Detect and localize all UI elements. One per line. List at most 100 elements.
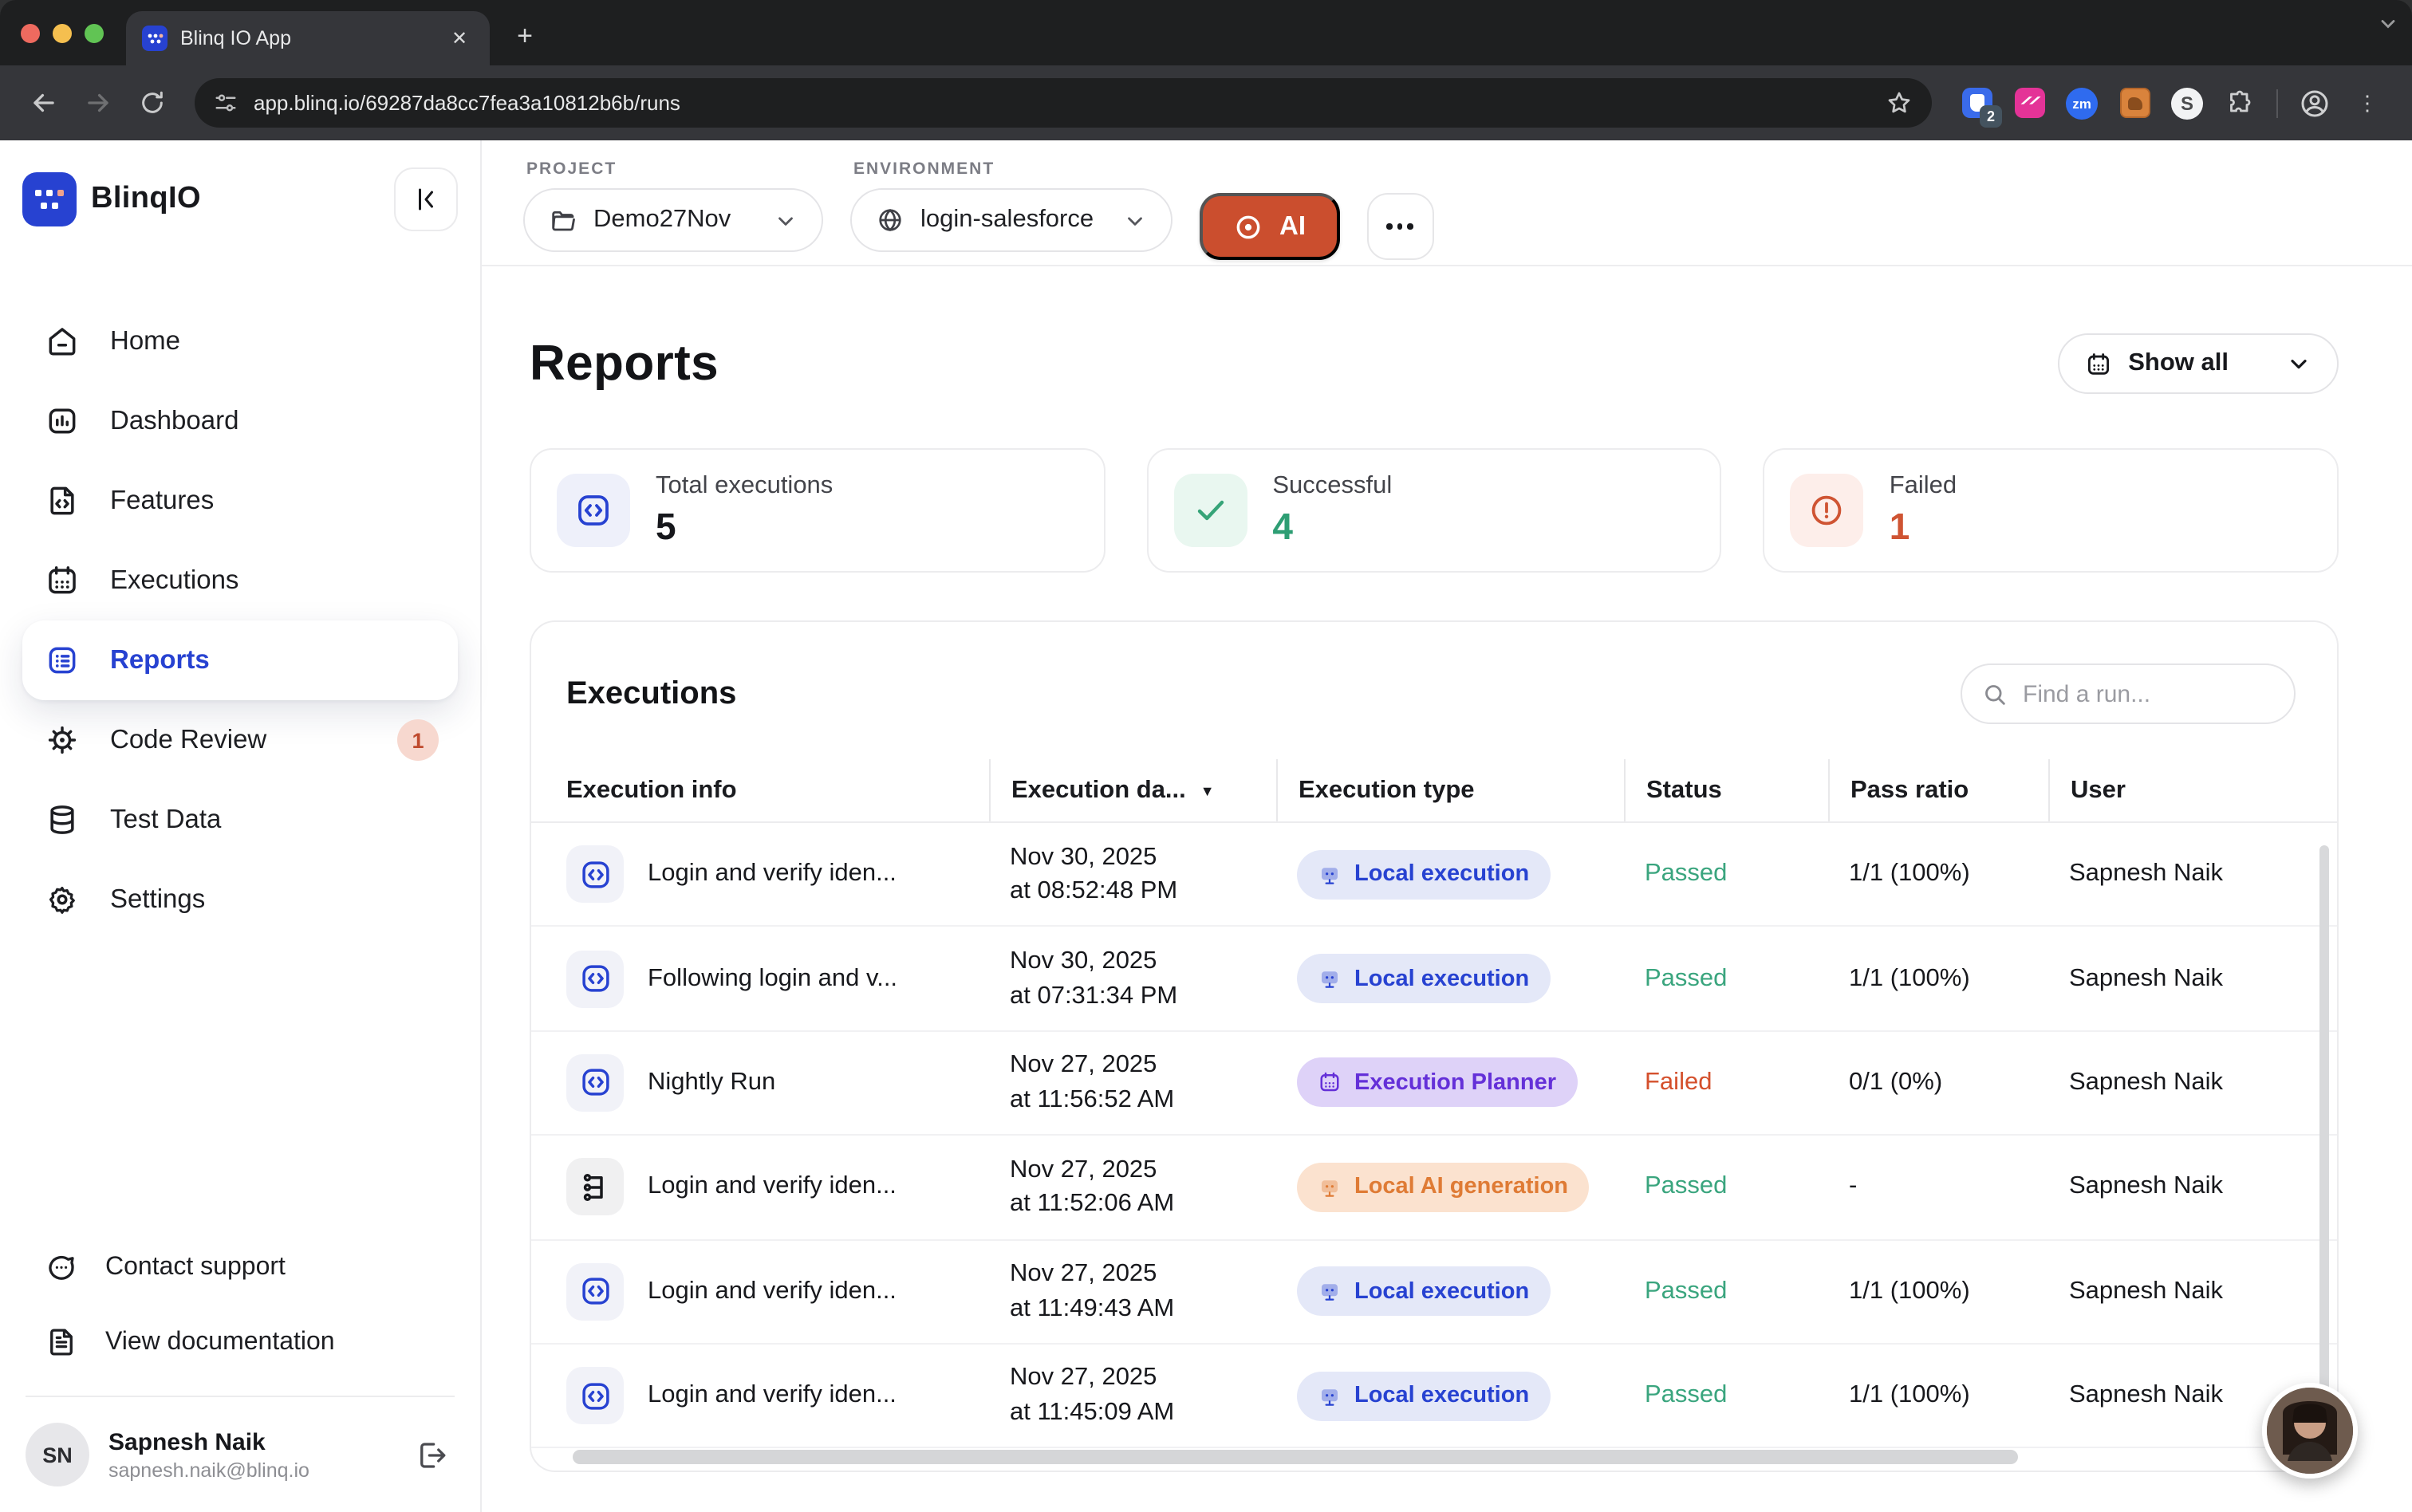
table-row[interactable]: Login and verify iden... Nov 27, 2025at … xyxy=(531,1240,2337,1345)
stat-card-total: Total executions 5 xyxy=(530,448,1105,573)
search-run-box[interactable] xyxy=(1961,663,2296,724)
profile-icon[interactable] xyxy=(2299,87,2331,119)
table-row[interactable]: Login and verify iden... Nov 30, 2025at … xyxy=(531,823,2337,927)
environment-field: ENVIRONMENT login-salesforce xyxy=(850,159,1172,252)
sidebar-item-dashboard[interactable]: Dashboard xyxy=(22,381,458,461)
status-text: Passed xyxy=(1624,860,1828,888)
execution-name[interactable]: Following login and v... xyxy=(648,964,897,993)
ai-button-label: AI xyxy=(1279,211,1306,242)
status-text: Passed xyxy=(1624,1173,1828,1202)
execution-type-badge: Execution Planner xyxy=(1297,1058,1577,1108)
more-options-button[interactable] xyxy=(1366,193,1433,260)
stat-label: Failed xyxy=(1890,472,1957,501)
table-row[interactable]: Login and verify iden... Nov 27, 2025at … xyxy=(531,1136,2337,1240)
sidebar-collapse-button[interactable] xyxy=(394,167,458,231)
record-icon xyxy=(1233,211,1263,242)
back-button[interactable] xyxy=(19,79,67,127)
execution-date: Nov 27, 2025at 11:49:43 AM xyxy=(989,1257,1276,1326)
zoom-extension-icon[interactable]: zm xyxy=(2066,87,2098,119)
s-extension-icon[interactable]: S xyxy=(2171,87,2203,119)
project-select[interactable]: Demo27Nov xyxy=(523,188,823,252)
user-account-row[interactable]: SN Sapnesh Naik sapnesh.naik@blinq.io xyxy=(22,1416,458,1486)
execution-name[interactable]: Login and verify iden... xyxy=(648,1278,897,1306)
sidebar-item-settings[interactable]: Settings xyxy=(22,860,458,939)
site-settings-icon[interactable] xyxy=(214,91,238,115)
robot-icon xyxy=(1318,862,1342,886)
address-bar[interactable]: app.blinq.io/69287da8cc7fea3a10812b6b/ru… xyxy=(195,78,1932,128)
tab-search-chevron-icon[interactable] xyxy=(2377,13,2399,35)
execution-type-badge: Local execution xyxy=(1297,849,1550,899)
pass-ratio: 1/1 (100%) xyxy=(1828,1381,2048,1410)
maximize-window-button[interactable] xyxy=(85,23,104,42)
run-user: Sapnesh Naik xyxy=(2048,1173,2337,1202)
sidebar-item-executions[interactable]: Executions xyxy=(22,541,458,620)
url-text[interactable]: app.blinq.io/69287da8cc7fea3a10812b6b/ru… xyxy=(254,91,1870,115)
status-text: Passed xyxy=(1624,1381,1828,1410)
stats-cards: Total executions 5 Successful 4 xyxy=(530,448,2339,573)
col-pass-ratio: Pass ratio xyxy=(1828,759,2048,821)
project-value: Demo27Nov xyxy=(593,206,731,234)
sidebar-item-label: Test Data xyxy=(110,805,221,835)
table-row[interactable]: Login and verify iden... Nov 27, 2025at … xyxy=(531,1345,2337,1449)
blinqio-logo-icon xyxy=(22,172,77,226)
main-content: PROJECT Demo27Nov ENVIRONMENT login-sale… xyxy=(482,140,2412,1512)
status-text: Passed xyxy=(1624,1278,1828,1306)
chevron-down-icon xyxy=(774,208,798,232)
database-icon xyxy=(45,802,80,837)
extensions-puzzle-icon[interactable] xyxy=(2224,87,2256,119)
sort-desc-icon[interactable]: ▼ xyxy=(1200,782,1215,798)
ai-record-button[interactable]: AI xyxy=(1200,193,1339,260)
reload-button[interactable] xyxy=(128,79,175,127)
robot-icon xyxy=(1318,1280,1342,1304)
support-agent-avatar[interactable] xyxy=(2262,1383,2358,1479)
table-row[interactable]: Nightly Run Nov 27, 2025at 11:56:52 AM E… xyxy=(531,1032,2337,1136)
view-documentation-link[interactable]: View documentation xyxy=(22,1305,458,1380)
browser-tab-strip: Blinq IO App ✕ + xyxy=(0,0,2412,65)
tab-close-icon[interactable]: ✕ xyxy=(445,24,474,53)
code-review-badge: 1 xyxy=(397,719,439,761)
execution-name[interactable]: Login and verify iden... xyxy=(648,860,897,888)
sidebar-item-test-data[interactable]: Test Data xyxy=(22,780,458,860)
browser-tab[interactable]: Blinq IO App ✕ xyxy=(126,11,490,65)
sidebar: BlinqIO Home Dashboard Features xyxy=(0,140,482,1512)
run-user: Sapnesh Naik xyxy=(2048,1278,2337,1306)
col-execution-date[interactable]: Execution da...▼ xyxy=(989,759,1276,821)
execution-name[interactable]: Login and verify iden... xyxy=(648,1381,897,1410)
calendar-icon xyxy=(2085,350,2112,377)
window-controls[interactable] xyxy=(0,0,126,65)
vertical-scrollbar[interactable] xyxy=(2319,845,2329,1439)
sidebar-item-reports[interactable]: Reports xyxy=(22,620,458,700)
tab-favicon-icon xyxy=(142,26,168,51)
sidebar-item-code-review[interactable]: Code Review 1 xyxy=(22,700,458,780)
postman-extension-icon[interactable] xyxy=(2118,87,2150,119)
horizontal-scrollbar[interactable] xyxy=(573,1450,2018,1464)
code-run-icon xyxy=(566,1054,624,1112)
search-input[interactable] xyxy=(2023,680,2275,707)
context-bar: PROJECT Demo27Nov ENVIRONMENT login-sale… xyxy=(482,140,2412,266)
table-header: Execution info Execution da...▼ Executio… xyxy=(531,759,2337,823)
execution-name[interactable]: Login and verify iden... xyxy=(648,1173,897,1202)
sidebar-item-home[interactable]: Home xyxy=(22,301,458,381)
bookmark-star-icon[interactable] xyxy=(1886,89,1913,116)
sidebar-item-features[interactable]: Features xyxy=(22,461,458,541)
contact-support-link[interactable]: Contact support xyxy=(22,1230,458,1305)
close-window-button[interactable] xyxy=(21,23,40,42)
pink-extension-icon[interactable]: 𝄍𝄍 xyxy=(2013,87,2045,119)
logo-text: BlinqIO xyxy=(91,182,201,217)
folder-icon xyxy=(549,206,577,234)
table-row[interactable]: Following login and v... Nov 30, 2025at … xyxy=(531,927,2337,1032)
sidebar-divider xyxy=(26,1396,455,1397)
date-filter-button[interactable]: Show all xyxy=(2058,333,2339,394)
environment-select[interactable]: login-salesforce xyxy=(850,188,1172,252)
new-tab-button[interactable]: + xyxy=(503,14,547,59)
forward-button[interactable] xyxy=(73,79,121,127)
date-filter-label: Show all xyxy=(2128,349,2229,378)
password-manager-extension-icon[interactable]: 2 xyxy=(1961,87,1992,119)
check-icon xyxy=(1173,474,1247,547)
execution-name[interactable]: Nightly Run xyxy=(648,1069,775,1097)
col-execution-info: Execution info xyxy=(566,759,989,821)
minimize-window-button[interactable] xyxy=(53,23,72,42)
browser-menu-icon[interactable]: ⋮ xyxy=(2351,87,2383,119)
code-review-icon xyxy=(45,723,80,758)
logout-icon[interactable] xyxy=(415,1438,448,1471)
